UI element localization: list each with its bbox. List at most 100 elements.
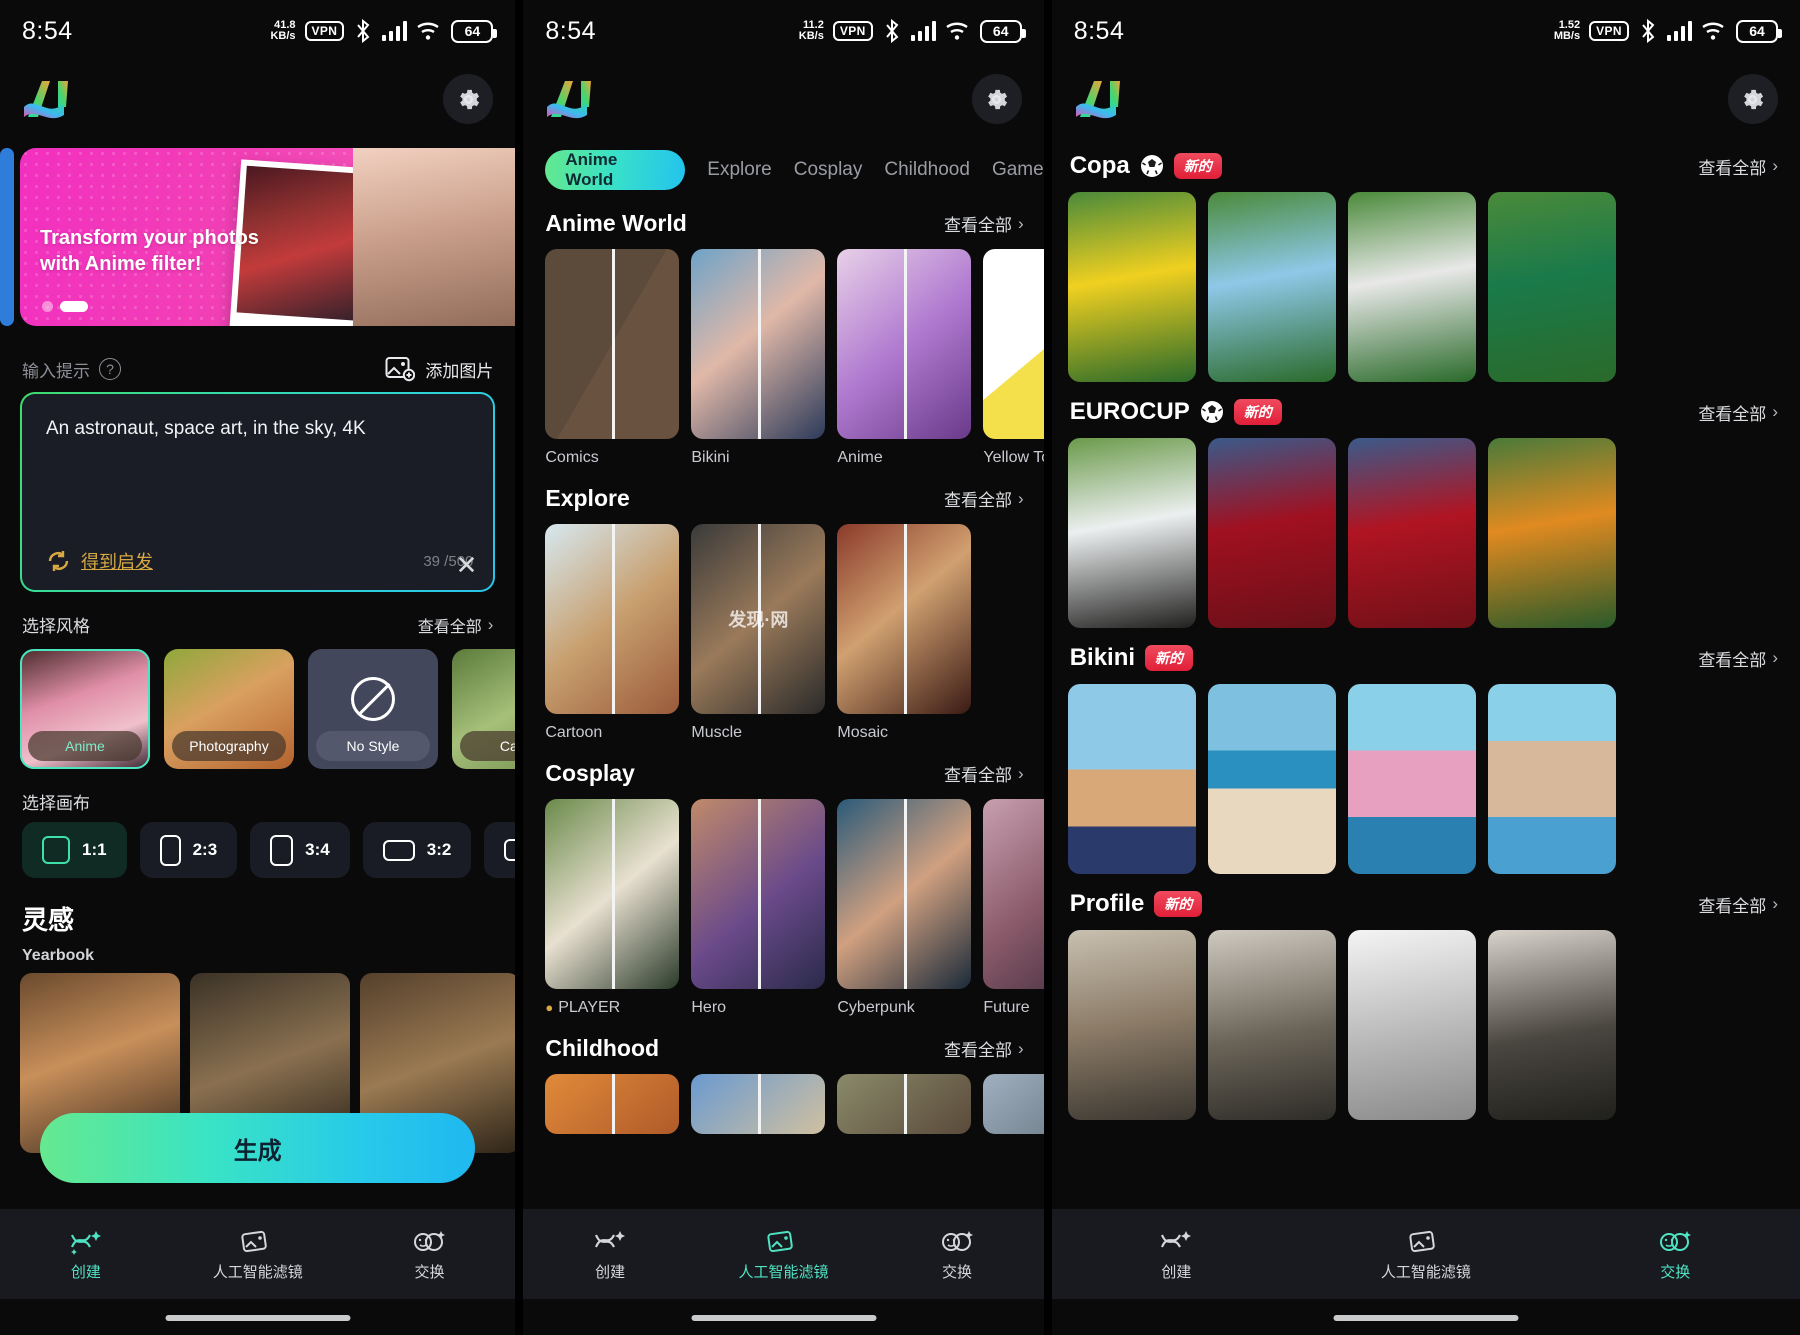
see-all-button[interactable]: 查看全部 › [1698,892,1778,917]
style-card-anime[interactable]: Anime [20,649,150,769]
swap-card[interactable] [1347,438,1476,628]
nav-item-create[interactable]: 创建 [523,1227,696,1282]
bottom-nav-2[interactable]: 创建 人工智能滤镜 交换 [523,1209,1044,1299]
style-list[interactable]: Anime Photography No Style Carto [0,649,516,769]
card-row-copa[interactable] [1052,192,1800,382]
see-all-label: 查看全部 [1698,896,1767,916]
swap-card[interactable] [1347,192,1476,382]
prompt-input-wrapper[interactable]: An astronaut, space art, in the sky, 4K … [20,392,496,592]
see-all-button[interactable]: 查看全部 › [944,761,1024,786]
clear-prompt-button[interactable]: ✕ [456,552,478,578]
ratio-shape-icon [504,839,516,861]
nav-item-swap[interactable]: 交换 [344,1227,516,1282]
bottom-nav-3[interactable]: 创建 人工智能滤镜 交换 [1051,1209,1800,1299]
nav-item-ai-filter[interactable]: 人工智能滤镜 [1301,1227,1550,1282]
swap-card[interactable] [1347,684,1476,874]
filter-card[interactable]: Cartoon [545,524,680,742]
style-card-cartoon[interactable]: Carto [452,649,516,769]
ratio-option-3-4[interactable]: 3:4 [250,822,350,878]
wifi-icon [417,22,440,40]
bottom-nav-1[interactable]: 创建 人工智能滤镜 交换 [0,1209,516,1299]
filter-card[interactable] [691,1074,826,1134]
nav-item-create[interactable]: 创建 [1052,1227,1301,1282]
card-row-anime-world[interactable]: Comics Bikini Anime Yellow Toon [523,249,1044,467]
prompt-input[interactable]: An astronaut, space art, in the sky, 4K [46,416,469,443]
card-row-explore[interactable]: Cartoon 发现·网 Muscle Mosaic [523,524,1043,742]
see-all-button[interactable]: 查看全部 › [1698,646,1778,671]
swap-card[interactable] [1207,192,1336,382]
settings-button[interactable] [1727,74,1778,124]
card-row-profile[interactable] [1052,930,1800,1120]
style-card-no-style[interactable]: No Style [308,649,438,769]
add-image-button[interactable]: 添加图片 [385,356,493,382]
swap-card[interactable] [1487,438,1616,628]
style-card-photography[interactable]: Photography [164,649,294,769]
swap-card[interactable] [1067,930,1196,1120]
tab-explore[interactable]: Explore [707,159,771,181]
card-row-cosplay[interactable]: PLAYER Hero Cyberpunk Future [523,799,1044,1017]
see-all-button[interactable]: 查看全部 › [944,211,1024,236]
promo-banner[interactable]: Transform your photos with Anime filter! [0,148,516,338]
swap-card[interactable] [1067,192,1196,382]
swap-card[interactable] [1347,930,1476,1120]
tab-game[interactable]: Game [992,159,1044,181]
category-tabs[interactable]: Anime World Explore Cosplay Childhood Ga… [523,136,1044,196]
swap-card[interactable] [1487,684,1616,874]
card-row-childhood[interactable] [523,1074,1044,1134]
filter-card[interactable]: PLAYER [545,799,680,1017]
network-speed: 41.8 KB/s [270,19,296,42]
panel-divider [515,0,524,1335]
filter-card[interactable] [983,1074,1044,1134]
filter-card[interactable]: Anime [837,249,972,467]
filter-card[interactable]: Hero [691,799,826,1017]
see-all-label: 查看全部 [944,766,1013,785]
tab-cosplay[interactable]: Cosplay [794,159,863,181]
nav-item-ai-filter[interactable]: 人工智能滤镜 [697,1227,870,1282]
help-icon[interactable]: ? [99,358,121,380]
filter-card[interactable]: 发现·网 Muscle [691,524,826,742]
settings-button[interactable] [971,74,1022,124]
section-header-cosplay: Cosplay 查看全部 › [523,742,1043,799]
settings-button[interactable] [443,74,494,124]
ratio-option-more[interactable] [484,822,516,878]
ratio-label: 3:2 [426,840,452,859]
ratio-option-1-1[interactable]: 1:1 [22,822,127,878]
nav-item-swap[interactable]: 交换 [870,1227,1043,1282]
ratio-option-2-3[interactable]: 2:3 [139,822,238,878]
swap-card[interactable] [1207,684,1336,874]
banner-card[interactable]: Transform your photos with Anime filter! [20,148,516,326]
generate-button[interactable]: 生成 [40,1113,476,1183]
filter-card[interactable]: Cyberpunk [837,799,972,1017]
see-all-button[interactable]: 查看全部 › [1698,154,1778,179]
filter-card[interactable] [545,1074,680,1134]
filter-card[interactable]: Bikini [691,249,826,467]
card-row-eurocup[interactable] [1052,438,1800,628]
swap-card[interactable] [1067,684,1196,874]
filter-card[interactable]: Future [983,799,1044,1017]
filter-card[interactable] [837,1074,972,1134]
tab-childhood[interactable]: Childhood [884,159,970,181]
nav-item-ai-filter[interactable]: 人工智能滤镜 [172,1227,344,1282]
prompt-header: 输入提示 ? 添加图片 [0,338,515,392]
swap-card[interactable] [1207,930,1336,1120]
filter-card[interactable]: Yellow Toon [983,249,1044,467]
swap-card[interactable] [1067,438,1196,628]
see-all-button[interactable]: 查看全部 › [1698,400,1778,425]
see-all-button[interactable]: 查看全部 › [944,486,1024,511]
filter-card[interactable]: Mosaic [837,524,972,742]
tab-anime-world[interactable]: Anime World [545,150,686,190]
banner-pager[interactable] [42,301,88,312]
ratio-option-3-2[interactable]: 3:2 [362,822,472,878]
swap-card[interactable] [1487,930,1616,1120]
nav-item-create[interactable]: 创建 [0,1227,172,1282]
filter-card[interactable]: Comics [545,249,680,467]
ratio-list[interactable]: 1:1 2:3 3:4 3:2 [0,822,516,878]
chevron-right-icon: › [1772,156,1778,175]
swap-card[interactable] [1207,438,1336,628]
style-see-all-button[interactable]: 查看全部 › [418,613,494,637]
nav-item-swap[interactable]: 交换 [1551,1227,1800,1282]
see-all-button[interactable]: 查看全部 › [944,1036,1024,1061]
inspire-button[interactable]: 得到启发 [46,548,153,574]
swap-card[interactable] [1487,192,1616,382]
card-row-bikini[interactable] [1052,684,1800,874]
